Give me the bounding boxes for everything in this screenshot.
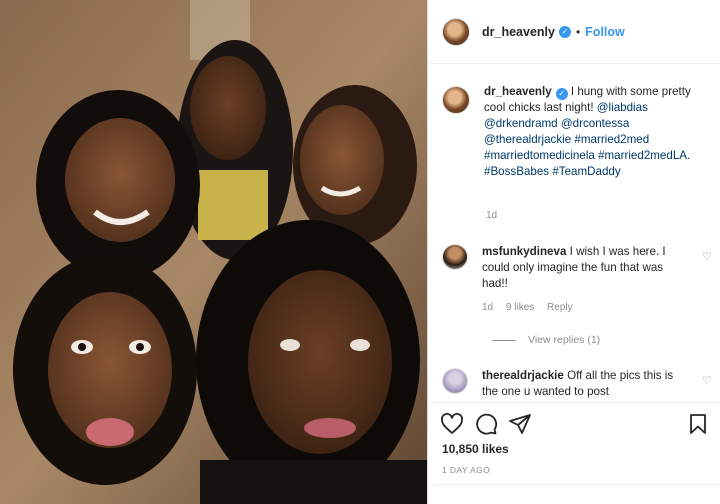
view-replies-label: View replies (1) — [528, 334, 601, 346]
comment-body: msfunkydineva I wish I was here. I could… — [482, 244, 682, 316]
caption-tag-link[interactable]: #marriedtomedicinela — [484, 149, 595, 162]
follow-button[interactable]: Follow — [585, 25, 625, 39]
caption-body: I hung with some pretty cool chicks last… — [484, 85, 691, 178]
post-photo[interactable] — [0, 0, 427, 504]
reply-button[interactable]: Reply — [547, 302, 573, 313]
post-header: dr_heavenly ✓ • Follow — [428, 0, 720, 64]
caption-tag-link[interactable]: #TeamDaddy — [552, 165, 620, 178]
author-username[interactable]: dr_heavenly — [482, 25, 555, 39]
caption-row: dr_heavenly ✓ I hung with some pretty coo… — [442, 84, 712, 180]
comment-item: msfunkydineva I wish I was here. I could… — [442, 244, 712, 316]
commenter-username[interactable]: therealdrjackie — [482, 369, 564, 382]
photo-illustration — [0, 0, 427, 504]
verified-badge-icon: ✓ — [558, 25, 571, 38]
author-avatar[interactable] — [442, 17, 470, 46]
comment-like-heart-icon[interactable]: ♡ — [702, 374, 712, 387]
commenter-avatar[interactable] — [442, 368, 468, 394]
caption-text-fragment: . — [687, 149, 691, 162]
caption-tag-link[interactable]: #BossBabes — [484, 165, 549, 178]
caption-tag-link[interactable]: #married2med — [574, 133, 649, 146]
commenter-avatar[interactable] — [442, 244, 468, 270]
caption-text: dr_heavenly ✓ I hung with some pretty coo… — [484, 84, 704, 180]
commenter-username[interactable]: msfunkydineva — [482, 245, 566, 258]
caption-tag-link[interactable]: @liabdias — [597, 101, 648, 114]
caption-tag-link[interactable]: #married2medLA — [598, 149, 687, 162]
header-separator: • — [575, 24, 581, 39]
caption-timestamp: 1d — [486, 210, 498, 221]
caption-tag-link[interactable]: @drcontessa — [561, 117, 629, 130]
caption-verified-badge-icon: ✓ — [555, 88, 568, 100]
comment-body: therealdrjackie Off all the pics this is… — [482, 368, 682, 400]
caption-author-avatar[interactable] — [442, 86, 470, 114]
caption-tag-link[interactable]: @drkendramd — [484, 117, 558, 130]
comment-item: therealdrjackie Off all the pics this is… — [442, 368, 712, 400]
comment-timestamp: 1d — [482, 302, 494, 313]
comment-likes[interactable]: 9 likes — [506, 302, 534, 313]
view-replies-button[interactable]: View replies (1) — [492, 334, 600, 346]
view-replies-line — [492, 339, 516, 341]
caption-tag-link[interactable]: @therealdrjackie — [484, 133, 571, 146]
comment-meta: 1d 9 likes Reply — [482, 300, 682, 316]
comment-like-heart-icon[interactable]: ♡ — [702, 250, 712, 263]
caption-username[interactable]: dr_heavenly — [484, 85, 552, 98]
